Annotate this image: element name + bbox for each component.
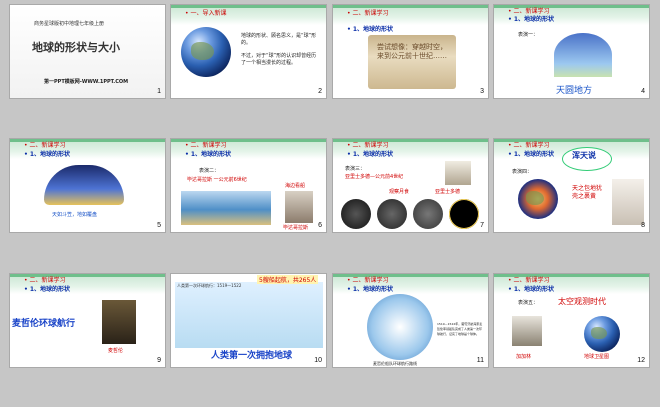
section-title: 二、新课学习 [347,10,389,17]
pythagoras-portrait [285,191,313,223]
footer-text: 第一PPT模板网-WWW.1PPT.COM [44,79,129,85]
line-text: 亚里士多德—公元前4世纪 [345,174,404,180]
person-text: 亚里士多德 [435,189,461,195]
line-text: 毕达哥拉斯 一公元前6世纪 [187,177,247,183]
slide-thumbnail[interactable]: 商务星球版初中地理七年级上册 地球的形状与大小 第一PPT模板网-WWW.1PP… [10,5,165,98]
body-text: 地球的形状、顾名思义，是“球”形的。 [241,33,317,46]
head-text: 人类第一次环球航行：1519—1522 [177,283,242,288]
person-text: 加加林 [516,354,532,360]
slide-thumbnail[interactable]: 二、新课学习 1、地球的形状 浑天说 表演四： 天之包地犹壳之裹黄 8 [494,139,649,232]
section-title: 二、新课学习 [347,142,389,149]
section-title: 二、新课学习 [185,142,227,149]
person-text: 麦哲伦 [108,348,124,354]
section-title: 二、新课学习 [508,277,550,284]
label-text: 表演二： [199,168,220,174]
section-title: 二、新课学习 [24,277,66,284]
page-number: 8 [641,222,645,229]
subtitle: 1、地球的形状 [347,286,393,293]
section-title: 二、新课学习 [24,142,66,149]
slide-title: 麦哲伦环球航行 [12,319,76,329]
subtitle: 1、地球的形状 [508,151,554,158]
body-text: 不过，对于“球”形的认识却曾经历了一个相当漫长的过程。 [241,53,317,66]
section-title: 一、导入新课 [185,10,227,17]
eclipse-3 [413,199,443,229]
map-caption: 麦哲伦船队环球航行路线 [373,361,417,366]
page-number: 5 [157,222,161,229]
page-number: 10 [314,357,322,364]
subtitle: 1、地球的形状 [185,151,231,158]
slide-thumbnail[interactable]: 二、新课学习 1、地球的形状 表演二： 毕达哥拉斯 一公元前6世纪 海边看船 毕… [171,139,326,232]
page-number: 12 [637,357,645,364]
gagarin-image [512,316,542,346]
slide-thumbnail[interactable]: 二、新课学习 1、地球的形状 1519—1522年，葡萄牙航海家麦哲伦率领船队完… [333,274,488,367]
globe-route-map [367,294,433,360]
page-number: 9 [157,357,161,364]
ship-sea-image [181,191,271,225]
scroll-text: 尝试想像：穿越时空，来到公元前十世纪…… [377,43,447,60]
label-text: 表演四： [512,169,533,175]
eclipse-2 [377,199,407,229]
eclipse-4 [449,199,479,229]
side-top-text: 海边看船 [285,183,306,189]
slide-thumbnail[interactable]: 一、导入新课 地球的形状、顾名思义，是“球”形的。 不过，对于“球”形的认识却曾… [171,5,326,98]
label-text: 表演一： [518,32,539,38]
subtitle: 1、地球的形状 [508,16,554,23]
caption: 人类第一次拥抱地球 [211,351,293,361]
scholar-image [612,179,644,225]
subtitle: 1、地球的形状 [347,151,393,158]
slide-thumbnail[interactable]: 二、新课学习 1、地球的形状 天如斗笠，地如覆盘 5 [10,139,165,232]
slide-thumbnail[interactable]: 人类第一次环球航行：1519—1522 5艘船起航，共265人 人类第一次拥抱地… [171,274,326,367]
heaven-dome-image [554,33,612,77]
slide-title: 太空观测时代 [558,297,606,306]
aristotle-portrait [445,161,471,185]
quote-text: 天之包地犹壳之裹黄 [572,185,603,200]
side-bottom-text: 毕达哥拉斯 [283,225,309,231]
subtitle: 1、地球的形状 [24,151,70,158]
earth-image [181,27,231,77]
publisher-text: 商务星球版初中地理七年级上册 [34,21,105,27]
eclipse-1 [341,199,371,229]
deck-title: 地球的形状与大小 [32,41,120,54]
cloud-text: 浑天说 [572,151,596,160]
page-number: 1 [157,88,161,95]
label-text: 表演五： [518,300,539,306]
slide-thumbnail[interactable]: 二、新课学习 1、地球的形状 表演三： 亚里士多德—公元前4世纪 观察月食 亚里… [333,139,488,232]
note-text: 1519—1522年，葡萄牙航海家麦哲伦率领船队完成了人类第一次环球航行，证实了… [437,322,483,336]
slide-thumbnail[interactable]: 二、新课学习 1、地球的形状 麦哲伦环球航行 麦哲伦 9 [10,274,165,367]
section-title: 二、新课学习 [508,8,550,15]
subtitle: 1、地球的形状 [24,286,70,293]
subtitle: 1、地球的形状 [347,26,393,33]
slide-sorter-grid: 商务星球版初中地理七年级上册 地球的形状与大小 第一PPT模板网-WWW.1PP… [0,0,660,407]
slide-thumbnail[interactable]: 二、新课学习 1、地球的形状 表演五： 太空观测时代 加加林 地球卫星图 12 [494,274,649,367]
page-number: 6 [318,222,322,229]
observe-text: 观察月食 [389,189,410,195]
magellan-portrait [102,300,136,344]
earth-satellite-image [584,316,620,352]
page-number: 11 [476,357,484,364]
page-number: 3 [480,88,484,95]
earth-caption: 地球卫星图 [584,354,610,360]
label-text: 表演三： [345,166,366,172]
section-title: 二、新课学习 [347,277,389,284]
section-title: 二、新课学习 [508,142,550,149]
page-number: 2 [318,88,322,95]
universe-egg-image [518,179,558,219]
caption: 天如斗笠，地如覆盘 [52,212,98,218]
slide-thumbnail[interactable]: 二、新课学习 1、地球的形状 尝试想像：穿越时空，来到公元前十世纪…… 3 [333,5,488,98]
banner-text: 5艘船起航，共265人 [257,275,319,284]
page-number: 4 [641,88,645,95]
world-map-image [175,282,323,348]
caption: 天圆地方 [556,86,593,96]
page-number: 7 [480,222,484,229]
slide-thumbnail[interactable]: 二、新课学习 1、地球的形状 表演一： 天圆地方 4 [494,5,649,98]
subtitle: 1、地球的形状 [508,286,554,293]
dome-illustration [44,165,124,205]
